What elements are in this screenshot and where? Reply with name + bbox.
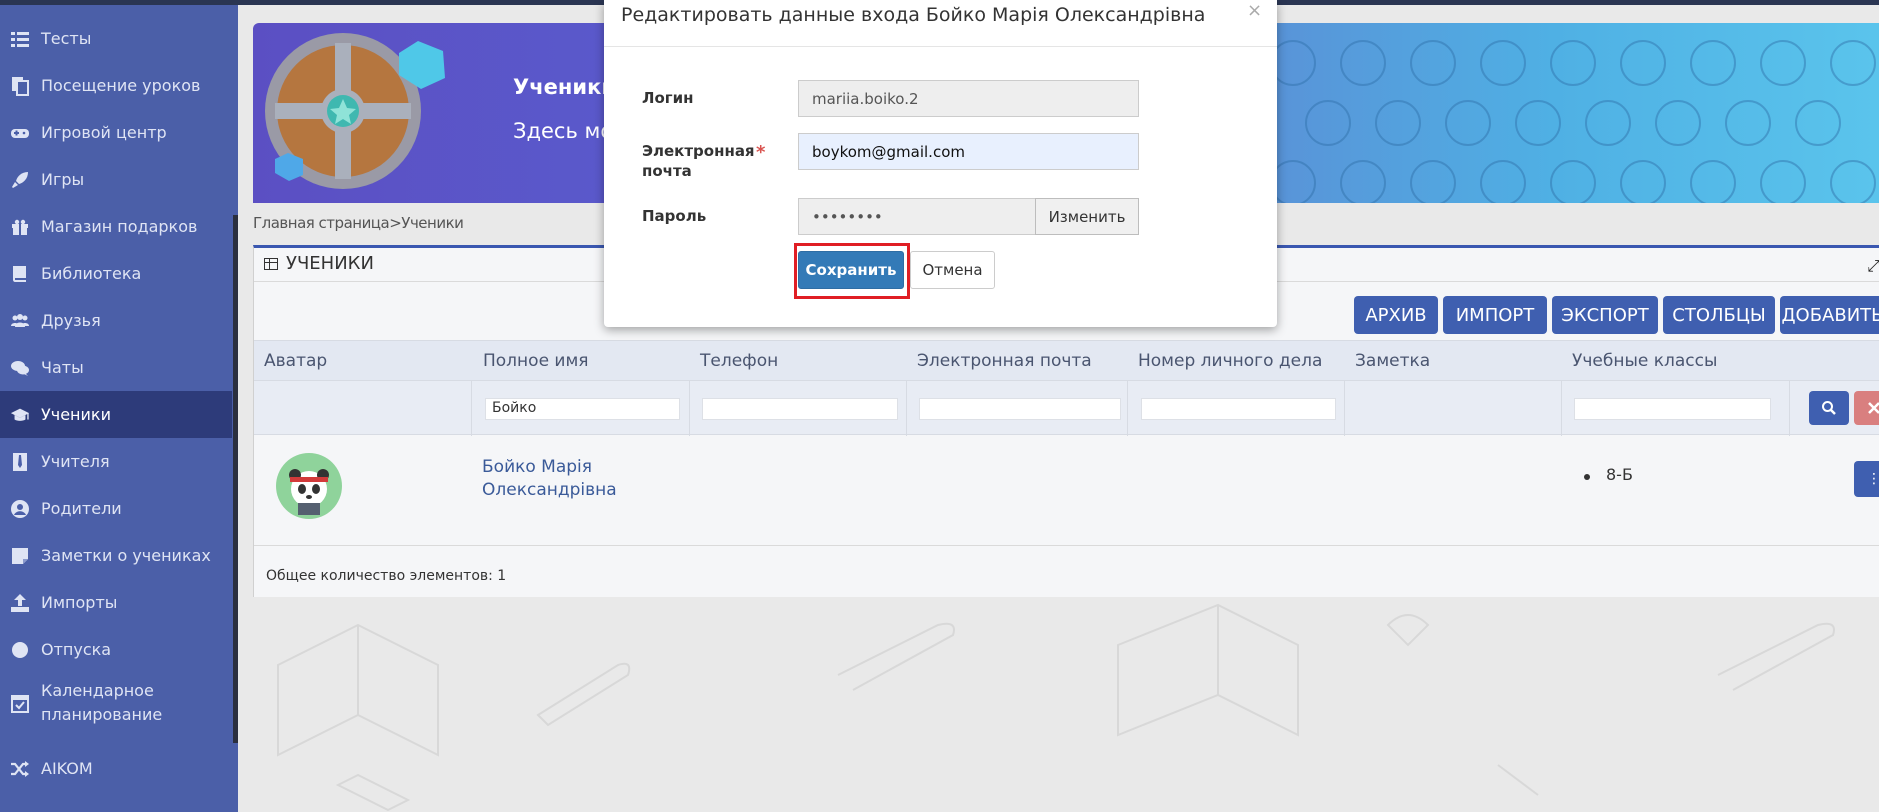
password-label: Пароль (642, 207, 707, 225)
email-label-line: Электронная (642, 142, 755, 160)
edit-login-modal: Редактировать данные входа Бойко Марія О… (604, 0, 1277, 327)
change-password-button[interactable]: Изменить (1035, 198, 1139, 235)
close-icon[interactable]: × (1247, 0, 1262, 21)
save-button[interactable]: Сохранить (798, 251, 904, 289)
modal-divider (604, 46, 1277, 47)
required-mark: * (756, 142, 766, 163)
cancel-button[interactable]: Отмена (910, 251, 995, 289)
modal-title: Редактировать данные входа Бойко Марія О… (621, 4, 1206, 26)
email-label-line: почта (642, 162, 692, 180)
login-field: mariia.boiko.2 (798, 80, 1139, 117)
password-field: •••••••• (798, 198, 1036, 235)
login-label: Логин (642, 89, 694, 107)
email-label: Электронная почта (642, 141, 755, 181)
email-field[interactable]: boykom@gmail.com (798, 133, 1139, 170)
